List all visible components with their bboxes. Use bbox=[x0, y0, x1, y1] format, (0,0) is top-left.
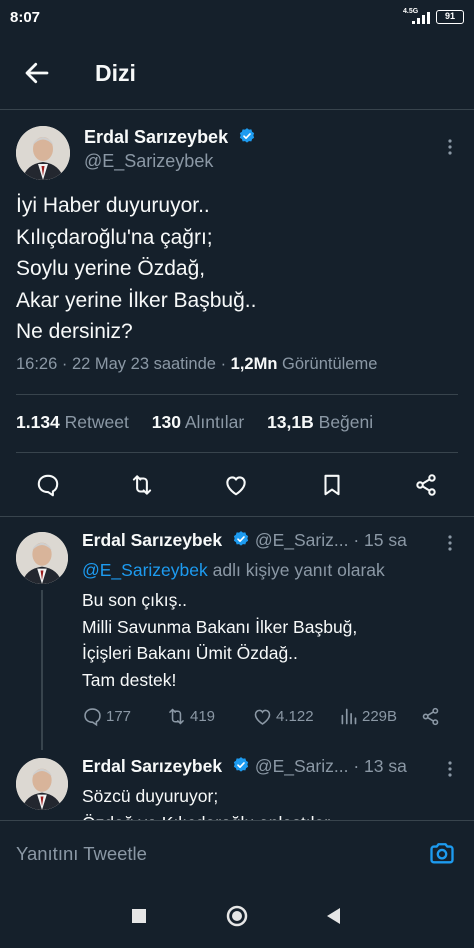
arrow-left-icon[interactable] bbox=[22, 58, 52, 88]
retweets-count: 419 bbox=[190, 707, 216, 725]
author-name-row: Erdal Sarızeybek bbox=[84, 127, 256, 148]
like-icon bbox=[254, 709, 271, 725]
retweet-icon[interactable] bbox=[129, 472, 155, 498]
reply-compose-bar[interactable]: Yanıtını Tweetle bbox=[0, 820, 474, 884]
views-count: 229B bbox=[362, 707, 398, 725]
reply-actions: 177 419 4.122 229B bbox=[82, 704, 462, 728]
avatar[interactable] bbox=[16, 532, 68, 584]
back-nav-icon[interactable] bbox=[322, 904, 346, 928]
status-bar: 8:07 4.5G 91 bbox=[0, 0, 474, 36]
thread-line bbox=[41, 590, 43, 750]
reply-header: Erdal Sarızeybek @E_Sariz... · 13 sa bbox=[82, 756, 407, 776]
system-nav-bar bbox=[0, 884, 474, 948]
more-options-icon[interactable] bbox=[440, 533, 460, 553]
author-handle: @E_Sarizeybek bbox=[84, 151, 214, 171]
bookmark-icon[interactable] bbox=[319, 472, 345, 498]
divider bbox=[0, 516, 474, 517]
signal-icon bbox=[412, 12, 430, 24]
author-handle: @E_Sariz... bbox=[254, 530, 349, 550]
views-label: Görüntüleme bbox=[282, 355, 378, 373]
more-options-icon[interactable] bbox=[440, 137, 460, 157]
reply-icon bbox=[84, 707, 101, 726]
verified-badge-icon bbox=[233, 531, 249, 546]
reply-to-suffix: adlı kişiye yanıt olarak bbox=[212, 560, 385, 580]
views-count: 1,2Mn bbox=[230, 355, 278, 373]
author-handle: @E_Sariz... bbox=[254, 756, 349, 776]
quotes-count[interactable]: 130 bbox=[152, 412, 181, 432]
like-button[interactable]: 4.122 bbox=[252, 704, 314, 728]
recents-icon[interactable] bbox=[127, 904, 151, 928]
home-icon[interactable] bbox=[225, 904, 249, 928]
tweet-stats: 1.134 Retweet 130 Alıntılar 13,1B Beğeni bbox=[16, 412, 391, 433]
views-chart-icon bbox=[341, 708, 357, 724]
like-icon[interactable] bbox=[223, 472, 249, 498]
author-name[interactable]: Erdal Sarızeybek bbox=[82, 756, 222, 776]
reply-input[interactable]: Yanıtını Tweetle bbox=[16, 843, 147, 865]
retweets-label[interactable]: Retweet bbox=[65, 412, 129, 432]
tweet-timestamp[interactable]: 16:26 · 22 May 23 saatinde bbox=[16, 355, 216, 373]
author-name[interactable]: Erdal Sarızeybek bbox=[82, 530, 222, 550]
share-icon[interactable] bbox=[413, 472, 439, 498]
top-bar: Dizi bbox=[0, 36, 474, 110]
verified-badge-icon bbox=[239, 128, 254, 143]
share-icon bbox=[422, 707, 439, 725]
reply-button[interactable]: 177 bbox=[82, 704, 131, 728]
divider bbox=[16, 394, 458, 395]
replies-count: 177 bbox=[106, 707, 132, 725]
battery-icon: 91 bbox=[436, 10, 464, 24]
tweet-actions bbox=[0, 466, 474, 506]
retweet-button[interactable]: 419 bbox=[166, 704, 215, 728]
tweet-age: 13 sa bbox=[364, 756, 407, 776]
more-options-icon[interactable] bbox=[440, 759, 460, 779]
reply-icon[interactable] bbox=[35, 472, 61, 498]
retweets-count[interactable]: 1.134 bbox=[16, 412, 60, 432]
avatar[interactable] bbox=[16, 126, 70, 180]
page-title: Dizi bbox=[95, 60, 136, 86]
author-name[interactable]: Erdal Sarızeybek bbox=[84, 127, 228, 147]
reply-text: Bu son çıkış.. Milli Savunma Bakanı İlke… bbox=[82, 590, 358, 690]
likes-label[interactable]: Beğeni bbox=[319, 412, 374, 432]
status-time: 8:07 bbox=[10, 9, 41, 26]
divider bbox=[16, 452, 458, 453]
avatar[interactable] bbox=[16, 758, 68, 810]
camera-icon[interactable] bbox=[428, 839, 456, 867]
likes-count: 4.122 bbox=[276, 707, 314, 725]
reply-header: Erdal Sarızeybek @E_Sariz... · 15 sa bbox=[82, 530, 407, 550]
retweet-icon bbox=[169, 708, 184, 724]
likes-count[interactable]: 13,1B bbox=[267, 412, 314, 432]
tweet-meta: 16:26 · 22 May 23 saatinde · 1,2Mn Görün… bbox=[16, 355, 378, 373]
reply-to-line: @E_Sarizeybek adlı kişiye yanıt olarak bbox=[82, 560, 385, 581]
share-button[interactable] bbox=[420, 704, 444, 728]
reply-to-mention[interactable]: @E_Sarizeybek bbox=[82, 560, 208, 580]
views-button[interactable]: 229B bbox=[338, 704, 397, 728]
tweet-age: 15 sa bbox=[364, 530, 407, 550]
verified-badge-icon bbox=[233, 757, 249, 772]
tweet-text: İyi Haber duyuruyor.. Kılıçdaroğlu'na ça… bbox=[16, 194, 257, 343]
quotes-label[interactable]: Alıntılar bbox=[185, 412, 244, 432]
